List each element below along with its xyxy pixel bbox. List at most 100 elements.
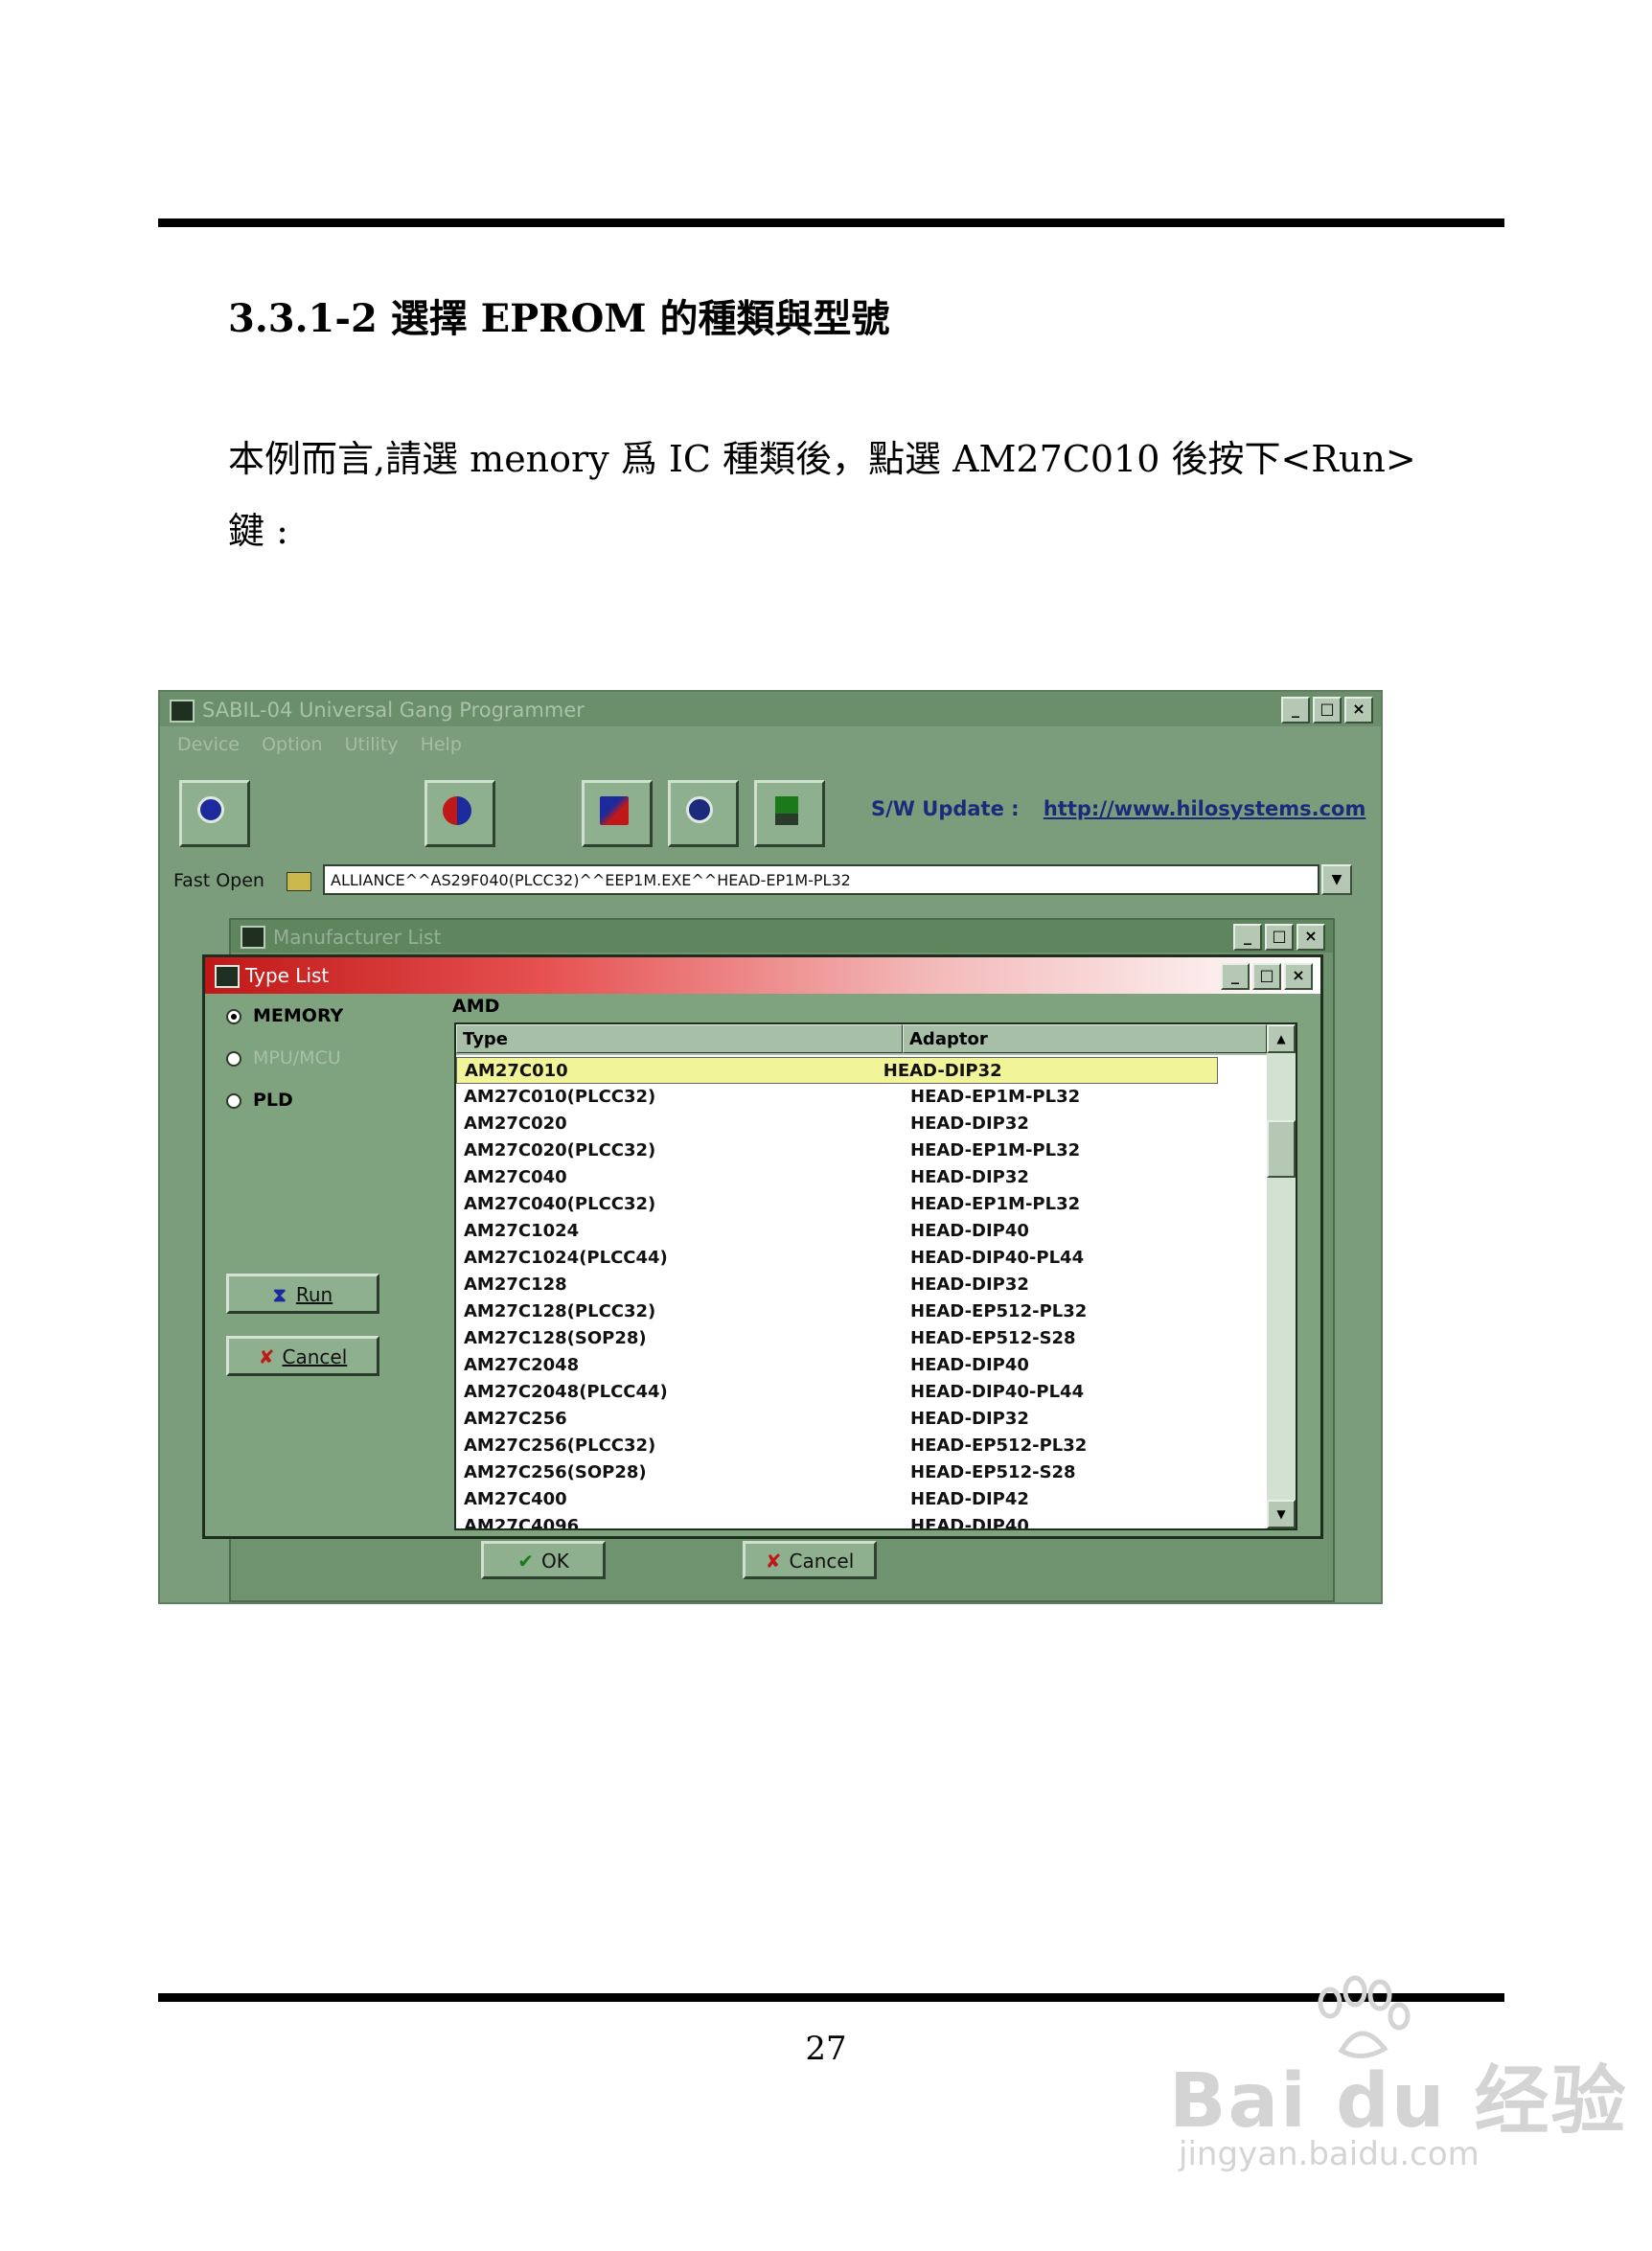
type-list-cancel-button[interactable]: ✘ Cancel [226,1336,379,1376]
list-item-type: AM27C020 [464,1114,567,1134]
list-item[interactable]: AM27C256(PLCC32) HEAD-EP512-PL32 [456,1433,1267,1459]
ok-button[interactable]: ✔ OK [481,1541,606,1579]
sw-update-link[interactable]: http://www.hilosystems.com [1044,797,1366,820]
list-rows: AM27C010 HEAD-DIP32 AM27C010(PLCC32) HEAD-E… [456,1057,1267,1530]
fast-open-dropdown-button[interactable]: ▼ [1321,864,1352,895]
menu-device[interactable]: Device [177,734,240,755]
cancel-x-icon: ✘ [765,1550,782,1573]
run-button[interactable]: ⧗ Run [226,1274,379,1314]
help-icon [686,796,713,823]
list-item[interactable]: AM27C010 HEAD-DIP32 [456,1057,1218,1084]
top-rule [158,218,1504,227]
list-item-type: AM27C256 [464,1409,567,1429]
tree-icon [775,796,798,825]
type-list-minimize-button[interactable]: _ [1221,963,1250,990]
list-header: Type Adaptor [456,1024,1267,1055]
scroll-thumb[interactable] [1267,1120,1296,1178]
list-item[interactable]: AM27C128 HEAD-DIP32 [456,1272,1267,1298]
list-item-type: AM27C400 [464,1489,567,1509]
fast-open-combo[interactable]: ALLIANCE^^AS29F040(PLCC32)^^EEP1M.EXE^^H… [323,864,1319,895]
list-item[interactable]: AM27C020(PLCC32) HEAD-EP1M-PL32 [456,1137,1267,1164]
manufacturer-list-title: Manufacturer List [273,926,442,949]
manufacturer-cancel-button[interactable]: ✘ Cancel [743,1541,877,1579]
manufacturer-close-button[interactable]: × [1296,924,1325,951]
manufacturer-minimize-button[interactable]: _ [1233,924,1262,951]
list-item-adaptor: HEAD-DIP32 [910,1275,1029,1295]
manufacturer-system-icon[interactable] [241,926,265,949]
fast-open-label: Fast Open [173,870,264,891]
manufacturer-cancel-label: Cancel [789,1550,855,1573]
sw-update-label: S/W Update : [871,797,1020,820]
list-item[interactable]: AM27C400 HEAD-DIP42 [456,1486,1267,1513]
list-item[interactable]: AM27C010(PLCC32) HEAD-EP1M-PL32 [456,1084,1267,1111]
list-item-type: AM27C128(PLCC32) [464,1301,656,1321]
radio-dot [226,1092,241,1109]
type-list-maximize-button[interactable]: □ [1252,963,1281,990]
erase-tool-button[interactable] [582,780,653,847]
column-header-adaptor[interactable]: Adaptor [903,1024,1267,1053]
device-icon [443,796,471,825]
menu-option[interactable]: Option [262,734,322,755]
list-item[interactable]: AM27C256 HEAD-DIP32 [456,1406,1267,1433]
list-item-type: AM27C010 [465,1061,568,1081]
list-item[interactable]: AM27C4096 HEAD-DIP40 [456,1513,1267,1530]
chip-tool-button[interactable] [179,780,250,847]
erase-icon [600,796,629,825]
baidu-watermark: Bai du 经验 jingyan.baidu.com [1150,1974,1626,2175]
type-list-window-buttons: _ □ × [1221,963,1313,990]
list-item[interactable]: AM27C2048 HEAD-DIP40 [456,1352,1267,1379]
type-list-close-button[interactable]: × [1284,963,1313,990]
watermark-logo: Bai du 经验 [1169,2058,1628,2145]
list-item-adaptor: HEAD-DIP40 [910,1221,1029,1241]
manufacturer-list-titlebar: Manufacturer List _ □ × [231,920,1333,953]
list-item-type: AM27C2048(PLCC44) [464,1382,668,1402]
scroll-down-button[interactable]: ▼ [1267,1500,1296,1528]
menu-utility[interactable]: Utility [345,734,399,755]
scroll-up-button[interactable]: ▲ [1267,1024,1296,1053]
tree-tool-button[interactable] [754,780,825,847]
list-item-adaptor: HEAD-EP512-S28 [910,1462,1076,1482]
column-header-type[interactable]: Type [456,1024,903,1053]
manufacturer-maximize-button[interactable]: □ [1265,924,1294,951]
device-tool-button[interactable] [424,780,495,847]
radio-mpu-mcu[interactable]: MPU/MCU [226,1047,341,1068]
hourglass-icon: ⧗ [272,1283,287,1306]
maximize-button[interactable]: □ [1313,697,1342,724]
radio-memory-label: MEMORY [253,1005,344,1026]
type-list-title: Type List [245,964,330,987]
list-item[interactable]: AM27C040 HEAD-DIP32 [456,1164,1267,1191]
radio-pld[interactable]: PLD [226,1090,293,1111]
list-item-adaptor: HEAD-EP1M-PL32 [910,1087,1081,1107]
menu-bar: Device Option Utility Help [160,728,1381,761]
menu-help[interactable]: Help [421,734,462,755]
close-button[interactable]: × [1344,697,1373,724]
list-item[interactable]: AM27C1024(PLCC44) HEAD-DIP40-PL44 [456,1245,1267,1272]
list-item-adaptor: HEAD-DIP32 [910,1167,1029,1187]
vertical-scrollbar[interactable]: ▲ ▼ [1267,1024,1296,1528]
list-item-adaptor: HEAD-DIP42 [910,1489,1029,1509]
help-tool-button[interactable] [668,780,739,847]
app-system-icon[interactable] [170,700,195,723]
type-list-titlebar: Type List _ □ × [205,957,1320,994]
type-listbox[interactable]: Type Adaptor AM27C010 HEAD-DIP32 AM27C010(… [454,1022,1297,1530]
list-item-adaptor: HEAD-EP512-PL32 [910,1436,1088,1456]
list-item[interactable]: AM27C020 HEAD-DIP32 [456,1111,1267,1137]
list-item[interactable]: AM27C128(PLCC32) HEAD-EP512-PL32 [456,1298,1267,1325]
app-window-buttons: _ □ × [1281,697,1373,724]
type-list-cancel-label: Cancel [282,1345,348,1368]
list-item-type: AM27C128(SOP28) [464,1328,647,1348]
list-item[interactable]: AM27C1024 HEAD-DIP40 [456,1218,1267,1245]
list-item[interactable]: AM27C040(PLCC32) HEAD-EP1M-PL32 [456,1191,1267,1218]
manufacturer-group-label: AMD [452,996,500,1017]
radio-mpu-mcu-label: MPU/MCU [253,1047,341,1068]
list-item[interactable]: AM27C256(SOP28) HEAD-EP512-S28 [456,1459,1267,1486]
list-item[interactable]: AM27C128(SOP28) HEAD-EP512-S28 [456,1325,1267,1352]
type-list-system-icon[interactable] [215,965,240,988]
radio-memory[interactable]: MEMORY [226,1005,343,1026]
folder-icon[interactable] [287,872,311,891]
list-item[interactable]: AM27C2048(PLCC44) HEAD-DIP40-PL44 [456,1379,1267,1406]
minimize-button[interactable]: _ [1281,697,1310,724]
list-item-adaptor: HEAD-DIP40 [910,1516,1029,1530]
sw-update: S/W Update : http://www.hilosystems.com [871,797,1365,820]
list-item-adaptor: HEAD-DIP40-PL44 [910,1248,1085,1268]
